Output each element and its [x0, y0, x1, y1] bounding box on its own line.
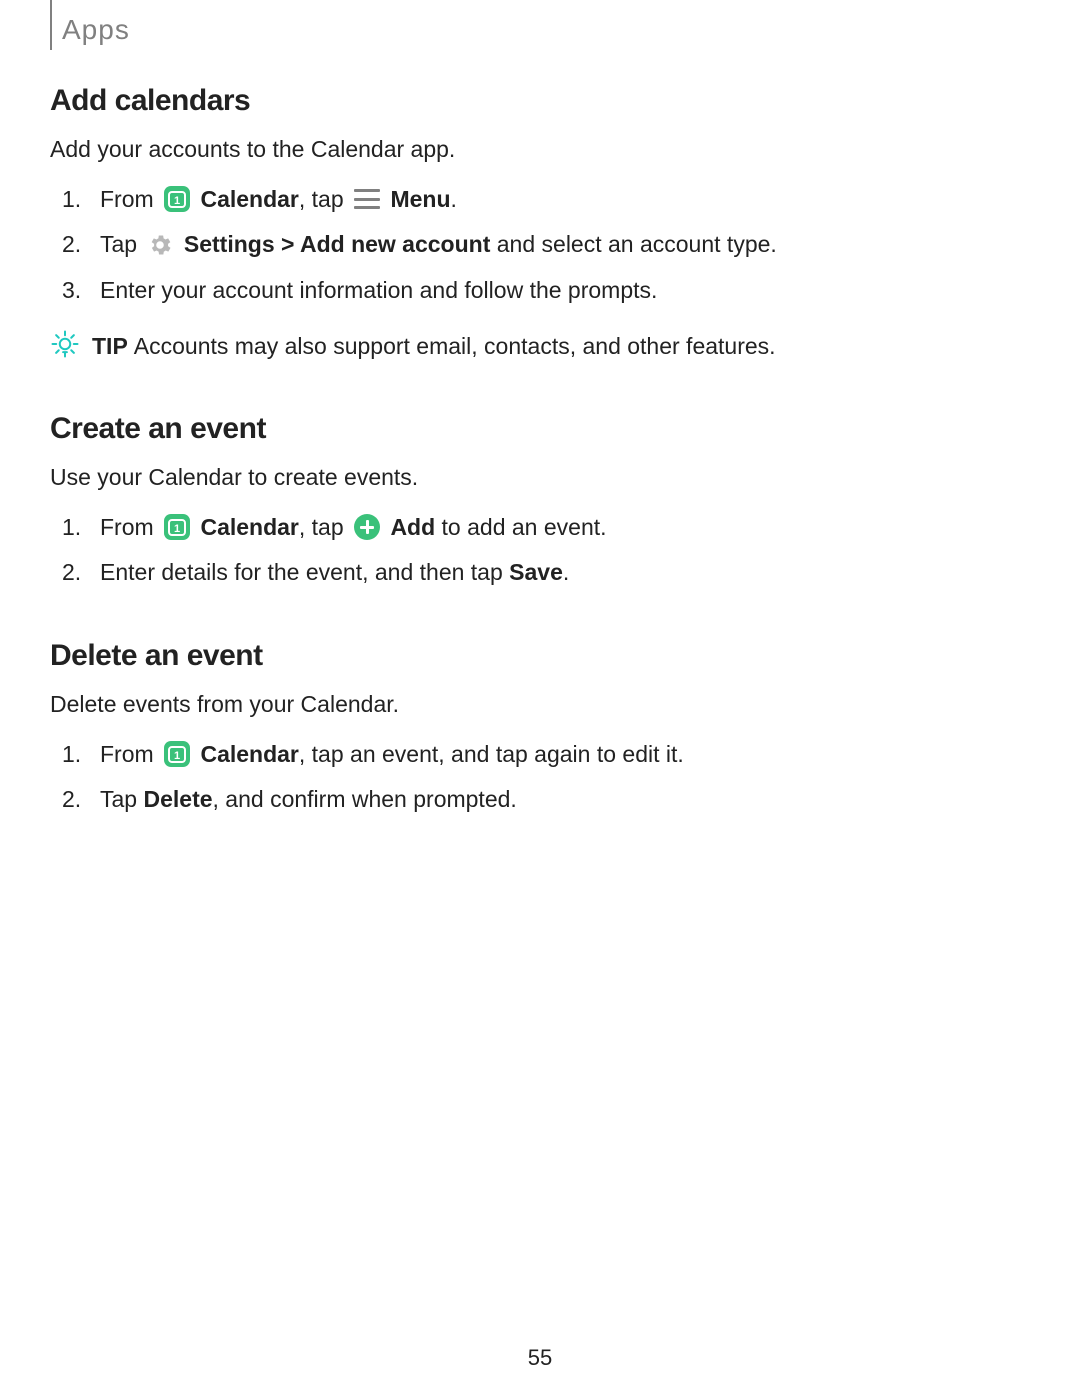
lead-delete-event: Delete events from your Calendar. [50, 687, 1030, 723]
calendar-label: Calendar [200, 514, 298, 540]
step-text: , tap an event, and tap again to edit it… [299, 741, 684, 767]
step-text: and select an account type. [490, 231, 776, 257]
calendar-label: Calendar [200, 186, 298, 212]
heading-create-event: Create an event [50, 412, 1030, 446]
tip-label: TIP [92, 333, 128, 359]
step-text: to add an event. [435, 514, 606, 540]
step-text: Enter details for the event, and then ta… [100, 559, 509, 585]
lead-create-event: Use your Calendar to create events. [50, 460, 1030, 496]
step-text: From [100, 741, 160, 767]
tip-text: TIPAccounts may also support email, cont… [92, 329, 776, 365]
menu-label: Menu [390, 186, 450, 212]
step-item: From Calendar, tap Menu. [62, 182, 1030, 218]
page-content: Add calendars Add your accounts to the C… [50, 0, 1030, 818]
step-item: From Calendar, tap Add to add an event. [62, 510, 1030, 546]
steps-create-event: From Calendar, tap Add to add an event. … [62, 510, 1030, 591]
step-text: , tap [299, 514, 350, 540]
lightbulb-icon [50, 329, 80, 359]
heading-add-calendars: Add calendars [50, 84, 1030, 118]
calendar-icon [164, 514, 190, 540]
steps-add-calendars: From Calendar, tap Menu. Tap Settings > … [62, 182, 1030, 309]
heading-delete-event: Delete an event [50, 639, 1030, 673]
step-text: , and confirm when prompted. [213, 786, 517, 812]
delete-label: Delete [143, 786, 212, 812]
step-text: , tap [299, 186, 350, 212]
save-label: Save [509, 559, 563, 585]
step-item: Enter your account information and follo… [62, 273, 1030, 309]
gear-icon [147, 232, 173, 258]
steps-delete-event: From Calendar, tap an event, and tap aga… [62, 737, 1030, 818]
page-number: 55 [0, 1345, 1080, 1371]
step-text: Enter your account information and follo… [100, 277, 657, 303]
step-item: Tap Delete, and confirm when prompted. [62, 782, 1030, 818]
step-item: Tap Settings > Add new account and selec… [62, 227, 1030, 263]
settings-path-label: Settings > Add new account [184, 231, 491, 257]
step-text: . [451, 186, 457, 212]
breadcrumb: Apps [62, 14, 130, 46]
step-text: Tap [100, 231, 143, 257]
tip-row: TIPAccounts may also support email, cont… [50, 329, 1030, 365]
menu-icon [354, 189, 380, 209]
header-rule [50, 0, 52, 50]
step-text: Tap [100, 786, 143, 812]
step-text: From [100, 186, 160, 212]
tip-body: Accounts may also support email, contact… [134, 333, 776, 359]
lead-add-calendars: Add your accounts to the Calendar app. [50, 132, 1030, 168]
add-label: Add [390, 514, 435, 540]
calendar-icon [164, 741, 190, 767]
calendar-label: Calendar [200, 741, 298, 767]
step-item: From Calendar, tap an event, and tap aga… [62, 737, 1030, 773]
step-text: From [100, 514, 160, 540]
step-item: Enter details for the event, and then ta… [62, 555, 1030, 591]
plus-icon [354, 514, 380, 540]
step-text: . [563, 559, 569, 585]
calendar-icon [164, 186, 190, 212]
